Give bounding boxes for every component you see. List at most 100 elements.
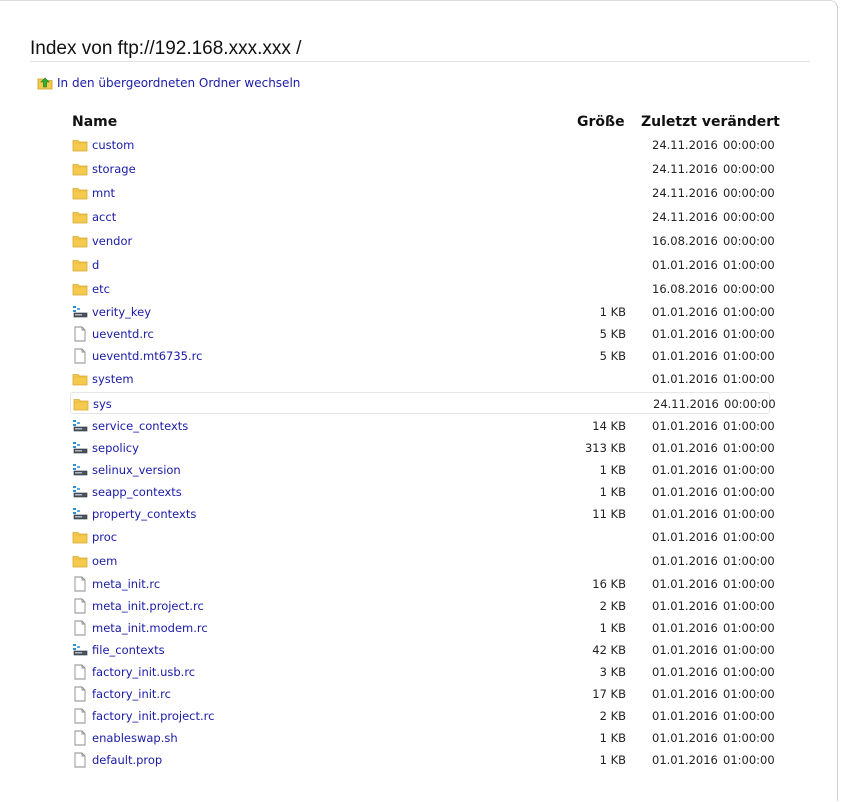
table-row[interactable]: default.prop 1 KB 01.01.2016 01:00:00 bbox=[70, 749, 775, 771]
system-file-icon bbox=[72, 440, 88, 456]
file-link[interactable]: meta_init.rc bbox=[92, 577, 160, 591]
file-size: 3 KB bbox=[599, 665, 626, 679]
file-link[interactable]: enableswap.sh bbox=[92, 731, 178, 745]
file-icon bbox=[72, 686, 88, 702]
table-row[interactable]: storage 24.11.2016 00:00:00 bbox=[70, 158, 775, 180]
table-row[interactable]: factory_init.usb.rc 3 KB 01.01.2016 01:00:0… bbox=[70, 661, 775, 683]
modified-time: 01:00:00 bbox=[723, 731, 775, 745]
modified-time: 01:00:00 bbox=[723, 687, 775, 701]
file-size: 1 KB bbox=[599, 485, 626, 499]
folder-icon bbox=[72, 185, 88, 201]
table-row[interactable]: proc 01.01.2016 01:00:00 bbox=[70, 526, 775, 548]
system-file-icon bbox=[72, 462, 88, 478]
folder-icon bbox=[72, 137, 88, 153]
modified-date: 01.01.2016 bbox=[652, 643, 718, 657]
file-link[interactable]: sepolicy bbox=[92, 441, 139, 455]
file-size: 1 KB bbox=[599, 305, 626, 319]
file-link[interactable]: service_contexts bbox=[92, 419, 188, 433]
folder-icon bbox=[72, 233, 88, 249]
file-size: 5 KB bbox=[599, 349, 626, 363]
modified-time: 00:00:00 bbox=[723, 282, 775, 296]
modified-time: 01:00:00 bbox=[723, 530, 775, 544]
file-icon bbox=[72, 576, 88, 592]
file-size: 2 KB bbox=[599, 709, 626, 723]
modified-date: 24.11.2016 bbox=[652, 210, 718, 224]
browser-page: Index von ftp://192.168.xxx.xxx / In den… bbox=[0, 0, 838, 801]
folder-link[interactable]: storage bbox=[92, 162, 136, 176]
folder-icon bbox=[72, 257, 88, 273]
folder-link[interactable]: acct bbox=[92, 210, 116, 224]
modified-date: 01.01.2016 bbox=[652, 621, 718, 635]
table-row[interactable]: etc 16.08.2016 00:00:00 bbox=[70, 278, 775, 300]
file-size: 313 KB bbox=[584, 441, 626, 455]
table-row[interactable]: enableswap.sh 1 KB 01.01.2016 01:00:00 bbox=[70, 727, 775, 749]
table-row[interactable]: service_contexts 14 KB 01.01.2016 01:00:00 bbox=[70, 415, 775, 437]
file-link[interactable]: meta_init.project.rc bbox=[92, 599, 204, 613]
modified-date: 01.01.2016 bbox=[652, 753, 718, 767]
folder-link[interactable]: system bbox=[92, 372, 134, 386]
modified-date: 24.11.2016 bbox=[652, 138, 718, 152]
folder-link[interactable]: d bbox=[92, 258, 99, 272]
table-row[interactable]: ueventd.rc 5 KB 01.01.2016 01:00:00 bbox=[70, 323, 775, 345]
table-row[interactable]: mnt 24.11.2016 00:00:00 bbox=[70, 182, 775, 204]
modified-time: 01:00:00 bbox=[723, 463, 775, 477]
table-row[interactable]: sys 24.11.2016 00:00:00 bbox=[70, 392, 776, 414]
table-row[interactable]: selinux_version 1 KB 01.01.2016 01:00:00 bbox=[70, 459, 775, 481]
modified-date: 01.01.2016 bbox=[652, 441, 718, 455]
file-link[interactable]: property_contexts bbox=[92, 507, 196, 521]
modified-date: 16.08.2016 bbox=[652, 282, 718, 296]
file-size: 17 KB bbox=[592, 687, 626, 701]
modified-date: 24.11.2016 bbox=[652, 162, 718, 176]
file-size: 16 KB bbox=[592, 577, 626, 591]
modified-time: 00:00:00 bbox=[723, 210, 775, 224]
table-row[interactable]: sepolicy 313 KB 01.01.2016 01:00:00 bbox=[70, 437, 775, 459]
file-link[interactable]: selinux_version bbox=[92, 463, 181, 477]
folder-link[interactable]: custom bbox=[92, 138, 134, 152]
table-row[interactable]: oem 01.01.2016 01:00:00 bbox=[70, 550, 775, 572]
folder-link[interactable]: sys bbox=[93, 397, 112, 411]
table-row[interactable]: meta_init.project.rc 2 KB 01.01.2016 01:00:… bbox=[70, 595, 775, 617]
modified-date: 01.01.2016 bbox=[652, 419, 718, 433]
folder-link[interactable]: mnt bbox=[92, 186, 115, 200]
file-size: 1 KB bbox=[599, 463, 626, 477]
modified-date: 01.01.2016 bbox=[652, 554, 718, 568]
file-icon bbox=[72, 664, 88, 680]
file-link[interactable]: factory_init.usb.rc bbox=[92, 665, 195, 679]
table-row[interactable]: meta_init.modem.rc 1 KB 01.01.2016 01:00:00 bbox=[70, 617, 775, 639]
table-row[interactable]: property_contexts 11 KB 01.01.2016 01:00:00 bbox=[70, 503, 775, 525]
folder-link[interactable]: proc bbox=[92, 530, 117, 544]
file-link[interactable]: meta_init.modem.rc bbox=[92, 621, 208, 635]
table-row[interactable]: system 01.01.2016 01:00:00 bbox=[70, 368, 775, 390]
file-link[interactable]: default.prop bbox=[92, 753, 162, 767]
file-link[interactable]: factory_init.rc bbox=[92, 687, 171, 701]
table-row[interactable]: verity_key 1 KB 01.01.2016 01:00:00 bbox=[70, 301, 775, 323]
modified-time: 01:00:00 bbox=[723, 507, 775, 521]
table-row[interactable]: meta_init.rc 16 KB 01.01.2016 01:00:00 bbox=[70, 573, 775, 595]
table-row[interactable]: seapp_contexts 1 KB 01.01.2016 01:00:00 bbox=[70, 481, 775, 503]
file-link[interactable]: ueventd.mt6735.rc bbox=[92, 349, 202, 363]
folder-link[interactable]: vendor bbox=[92, 234, 132, 248]
table-row[interactable]: d 01.01.2016 01:00:00 bbox=[70, 254, 775, 276]
file-link[interactable]: ueventd.rc bbox=[92, 327, 154, 341]
folder-link[interactable]: etc bbox=[92, 282, 110, 296]
file-size: 1 KB bbox=[599, 621, 626, 635]
folder-icon bbox=[72, 553, 88, 569]
file-link[interactable]: factory_init.project.rc bbox=[92, 709, 214, 723]
file-link[interactable]: file_contexts bbox=[92, 643, 165, 657]
table-row[interactable]: vendor 16.08.2016 00:00:00 bbox=[70, 230, 775, 252]
modified-time: 00:00:00 bbox=[724, 397, 776, 411]
table-row[interactable]: custom 24.11.2016 00:00:00 bbox=[70, 134, 775, 156]
system-file-icon bbox=[72, 418, 88, 434]
table-row[interactable]: acct 24.11.2016 00:00:00 bbox=[70, 206, 775, 228]
modified-date: 01.01.2016 bbox=[652, 349, 718, 363]
folder-link[interactable]: oem bbox=[92, 554, 117, 568]
system-file-icon bbox=[72, 642, 88, 658]
system-file-icon bbox=[72, 484, 88, 500]
table-row[interactable]: factory_init.project.rc 2 KB 01.01.2016 01:… bbox=[70, 705, 775, 727]
file-link[interactable]: seapp_contexts bbox=[92, 485, 182, 499]
table-row[interactable]: ueventd.mt6735.rc 5 KB 01.01.2016 01:00:00 bbox=[70, 345, 775, 367]
modified-date: 01.01.2016 bbox=[652, 599, 718, 613]
table-row[interactable]: factory_init.rc 17 KB 01.01.2016 01:00:00 bbox=[70, 683, 775, 705]
file-link[interactable]: verity_key bbox=[92, 305, 151, 319]
table-row[interactable]: file_contexts 42 KB 01.01.2016 01:00:00 bbox=[70, 639, 775, 661]
